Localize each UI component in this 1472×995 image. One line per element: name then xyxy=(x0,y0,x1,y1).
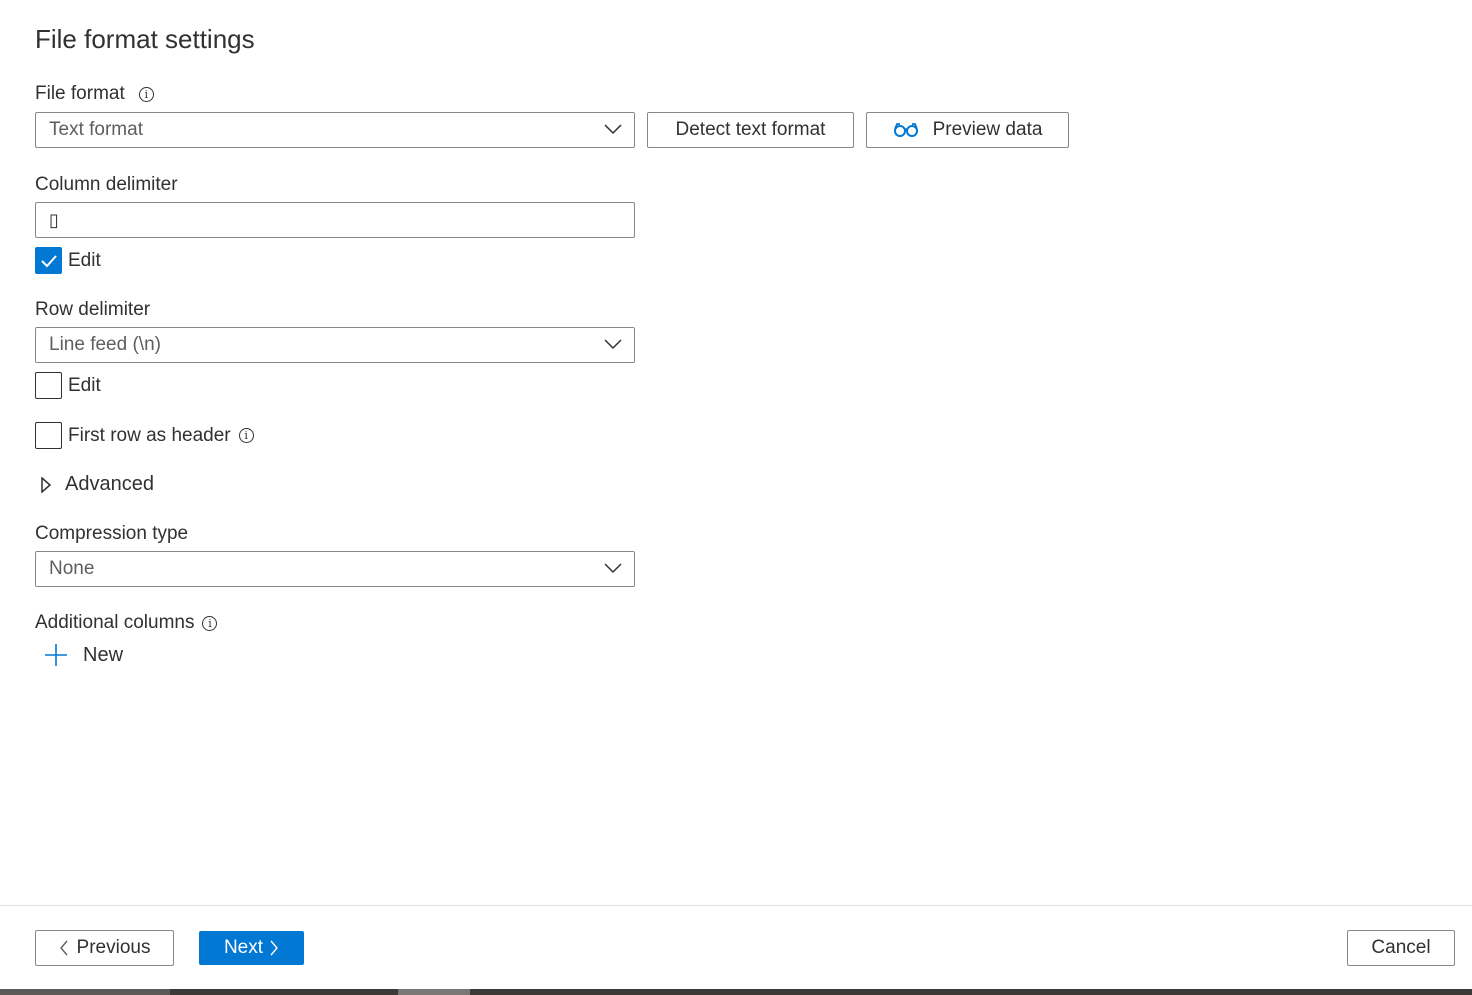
detect-text-format-label: Detect text format xyxy=(675,119,826,140)
bottom-bar-segment xyxy=(398,989,470,995)
file-format-value: Text format xyxy=(49,119,143,140)
info-icon[interactable]: i xyxy=(202,615,218,631)
chevron-down-icon xyxy=(604,124,622,135)
compression-type-value: None xyxy=(49,558,95,579)
advanced-toggle[interactable]: Advanced xyxy=(35,473,154,496)
compression-type-dropdown[interactable]: None xyxy=(35,551,635,587)
column-delimiter-value: ▯ xyxy=(49,209,59,230)
chevron-down-icon xyxy=(604,339,622,350)
additional-columns-label: Additional columns i xyxy=(35,612,218,634)
column-delimiter-input[interactable]: ▯ xyxy=(35,202,635,238)
plus-icon xyxy=(45,644,67,666)
column-delimiter-edit-checkbox[interactable] xyxy=(35,247,62,274)
previous-button[interactable]: Previous xyxy=(35,930,174,966)
file-format-dropdown[interactable]: Text format xyxy=(35,112,635,148)
chevron-left-icon xyxy=(59,940,68,956)
compression-type-label: Compression type xyxy=(35,523,189,544)
column-delimiter-edit-checkbox-row[interactable]: Edit xyxy=(35,247,101,274)
info-icon[interactable]: i xyxy=(138,86,154,102)
chevron-down-icon xyxy=(604,563,622,574)
next-label: Next xyxy=(223,937,264,958)
add-new-column-button[interactable]: New xyxy=(44,643,123,667)
row-delimiter-value: Line feed (\n) xyxy=(49,334,161,355)
bottom-bar-segment xyxy=(0,989,170,995)
row-delimiter-edit-checkbox-row[interactable]: Edit xyxy=(35,372,101,399)
advanced-label: Advanced xyxy=(65,473,154,495)
row-delimiter-label: Row delimiter xyxy=(35,299,151,320)
first-row-header-checkbox[interactable] xyxy=(35,422,62,449)
row-delimiter-edit-checkbox[interactable] xyxy=(35,372,62,399)
chevron-right-icon xyxy=(41,476,51,493)
page-title: File format settings xyxy=(35,24,255,54)
next-button[interactable]: Next xyxy=(199,931,304,965)
preview-data-button[interactable]: Preview data xyxy=(866,112,1069,148)
info-icon[interactable]: i xyxy=(238,428,254,443)
bottom-bar xyxy=(0,989,1472,995)
cancel-label: Cancel xyxy=(1371,937,1431,958)
preview-data-label: Preview data xyxy=(932,119,1043,140)
first-row-header-checkbox-row[interactable]: First row as header i xyxy=(35,422,254,449)
additional-columns-label-text: Additional columns xyxy=(35,612,195,633)
footer-divider xyxy=(0,905,1472,906)
new-label: New xyxy=(83,643,124,666)
file-format-label-text: File format xyxy=(35,83,125,104)
column-delimiter-label: Column delimiter xyxy=(35,174,178,195)
detect-text-format-button[interactable]: Detect text format xyxy=(647,112,854,148)
glasses-icon xyxy=(893,123,918,137)
file-format-label: File format i xyxy=(35,83,154,105)
cancel-button[interactable]: Cancel xyxy=(1347,930,1455,966)
column-delimiter-edit-label: Edit xyxy=(68,249,101,271)
first-row-header-label: First row as header xyxy=(68,424,231,446)
chevron-right-icon xyxy=(270,940,278,956)
row-delimiter-edit-label: Edit xyxy=(68,374,101,396)
previous-label: Previous xyxy=(76,937,151,958)
checkmark-icon xyxy=(40,254,57,267)
row-delimiter-dropdown[interactable]: Line feed (\n) xyxy=(35,327,635,363)
